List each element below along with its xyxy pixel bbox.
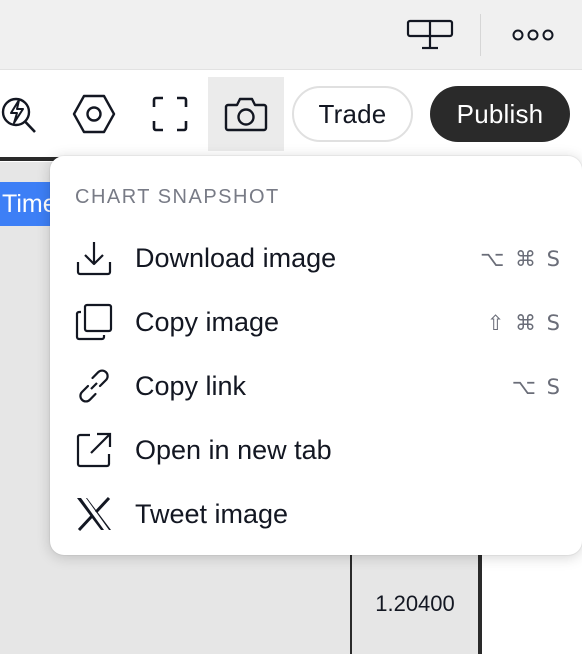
menu-item-copy-image[interactable]: Copy image ⇧ ⌘ S [50,289,582,353]
top-bar [0,0,582,70]
topbar-divider [480,14,481,56]
more-icon [512,29,554,41]
download-icon [76,242,112,276]
menu-item-label: Tweet image [135,499,289,529]
menu-header: CHART SNAPSHOT [75,186,280,208]
price-axis-label: 1.20400 [375,591,455,616]
menu-item-shortcut: ⇧ ⌘ S [486,311,562,335]
chart-toolbar: Trade Publish [0,71,582,155]
menu-item-tweet-image[interactable]: Tweet image [50,481,582,545]
menu-item-label: Open in new tab [135,435,332,465]
menu-item-label: Copy image [135,307,280,337]
snapshot-button[interactable] [208,77,284,151]
menu-item-open-in-new-tab[interactable]: Open in new tab [50,417,582,481]
settings-button[interactable] [57,77,131,151]
fullscreen-icon [152,96,188,132]
chart-snapshot-menu: CHART SNAPSHOT Download image ⌥ ⌘ S Copy… [50,156,582,555]
hexagon-settings-icon [72,94,116,134]
copy-icon [75,303,113,341]
publish-button[interactable]: Publish [430,86,570,142]
external-link-icon [76,432,112,468]
menu-item-copy-link[interactable]: Copy link ⌥ S [50,353,582,417]
layout-button[interactable] [404,14,456,54]
menu-item-label: Copy link [135,371,247,401]
menu-item-download-image[interactable]: Download image ⌥ ⌘ S [50,225,582,289]
quick-search-button[interactable] [0,77,56,151]
x-logo-icon [77,496,111,532]
lightning-search-icon [1,97,36,133]
link-icon [79,369,109,403]
layout-icon [406,19,454,50]
camera-icon [224,97,268,132]
menu-item-label: Download image [135,243,337,273]
more-button[interactable] [505,18,561,52]
menu-item-shortcut: ⌥ S [511,375,562,399]
fullscreen-button[interactable] [133,77,207,151]
menu-item-shortcut: ⌥ ⌘ S [480,247,562,271]
trade-button[interactable]: Trade [292,86,413,142]
